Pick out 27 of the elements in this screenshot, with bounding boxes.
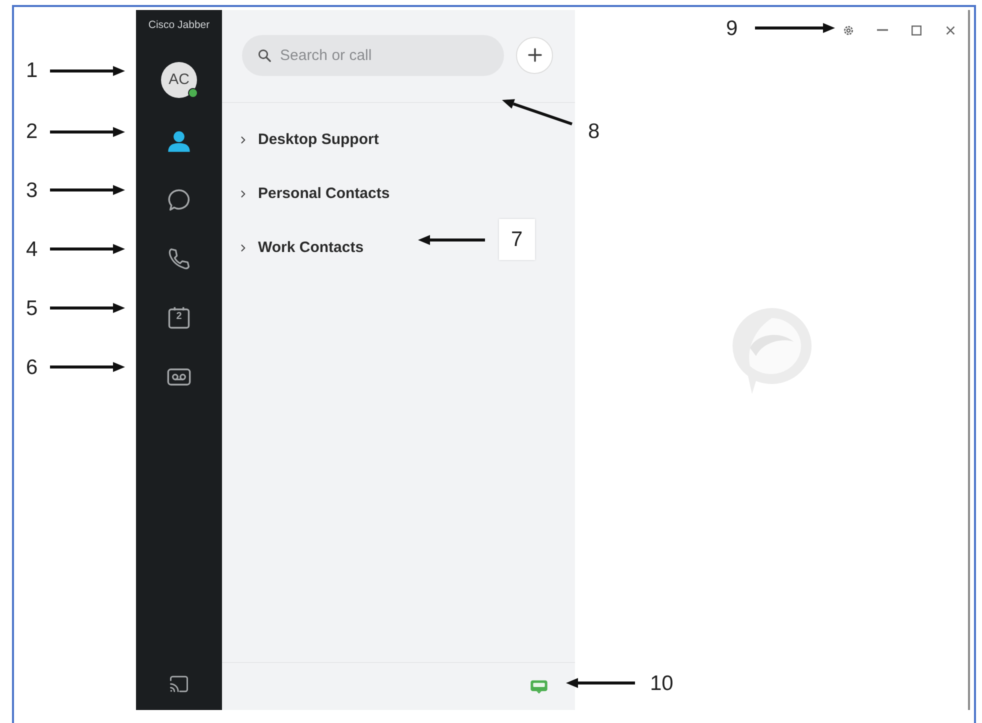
- avatar[interactable]: AC: [161, 62, 197, 98]
- callout-number: 10: [650, 673, 674, 694]
- callout-number: 1: [26, 60, 38, 81]
- calendar-day: 2: [161, 312, 197, 322]
- callout-number: 7: [499, 219, 535, 260]
- search-field[interactable]: Search or call: [242, 34, 504, 76]
- arrow: [418, 235, 485, 245]
- calendar-icon[interactable]: [166, 304, 192, 331]
- callout-number: 6: [26, 357, 38, 378]
- callout-number: 2: [26, 121, 38, 142]
- phone-icon[interactable]: [166, 246, 192, 272]
- contact-group[interactable]: Desktop Support: [222, 113, 575, 167]
- contact-group[interactable]: Personal Contacts: [222, 167, 575, 221]
- arrow: [566, 678, 635, 688]
- callout-number: 5: [26, 298, 38, 319]
- search-icon: [257, 48, 272, 62]
- chat-icon[interactable]: [166, 186, 192, 213]
- callout-number: 4: [26, 239, 38, 260]
- minimize-icon: [876, 29, 888, 31]
- arrow: [502, 99, 572, 126]
- callout-number: 8: [588, 121, 600, 142]
- callout-number: 9: [726, 18, 738, 39]
- app-title: Cisco Jabber: [148, 18, 210, 33]
- add-button[interactable]: [516, 36, 553, 74]
- maximize-icon: [908, 22, 924, 38]
- callout-number: 3: [26, 180, 38, 201]
- plus-icon: [526, 47, 542, 63]
